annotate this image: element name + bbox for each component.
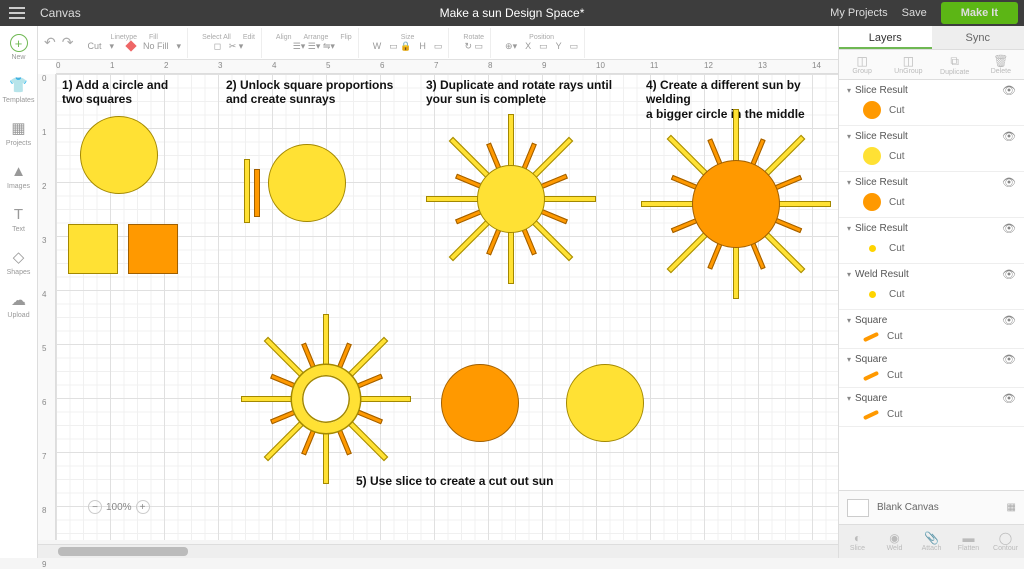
document-title: Make a sun Design Space*: [440, 6, 585, 20]
left-nav: +New 👕Templates ▦Projects ▲Images TText …: [0, 26, 38, 558]
duplicate-icon: ⧉: [950, 54, 959, 69]
layer-row[interactable]: ▾Square👁Cut: [839, 388, 1024, 427]
layer-row[interactable]: ▾Slice Result👁Cut: [839, 218, 1024, 264]
ruler-horizontal: 0123456789101112131415: [56, 60, 838, 74]
size-group[interactable]: Size W ▭ 🔒 H ▭: [367, 28, 450, 58]
zoom-in-icon[interactable]: +: [136, 500, 150, 514]
nav-new[interactable]: +New: [10, 34, 28, 61]
delete-icon: 🗑: [993, 54, 1008, 68]
layer-row[interactable]: ▾Weld Result👁Cut: [839, 264, 1024, 310]
weld-icon: ◉: [889, 531, 899, 545]
shape-sun-rays[interactable]: [416, 104, 606, 294]
nav-projects[interactable]: ▦Projects: [6, 118, 31, 147]
shape-ray-yellow[interactable]: [244, 159, 250, 223]
action-slice[interactable]: ◐Slice: [839, 525, 876, 558]
plus-icon: +: [10, 34, 28, 52]
nav-images[interactable]: ▲Images: [7, 161, 30, 190]
horizontal-scrollbar[interactable]: [38, 544, 838, 558]
flatten-icon: ▬: [963, 531, 975, 545]
canvas[interactable]: 1) Add a circle andtwo squares 2) Unlock…: [56, 74, 838, 540]
tab-layers[interactable]: Layers: [839, 26, 932, 49]
zoom-value: 100%: [106, 502, 132, 513]
nav-templates[interactable]: 👕Templates: [3, 75, 35, 104]
eye-icon[interactable]: 👁: [1002, 392, 1016, 405]
save-button[interactable]: Save: [902, 7, 927, 19]
select-edit-group[interactable]: Select AllEdit ◻ ✂ ▾: [196, 28, 262, 58]
shape-ray-orange[interactable]: [254, 169, 260, 217]
linetype-group[interactable]: LinetypeFill Cut ▾ No Fill ▾: [81, 28, 188, 58]
layer-row[interactable]: ▾Slice Result👁Cut: [839, 80, 1024, 126]
nav-shapes[interactable]: ◇Shapes: [7, 247, 31, 276]
undo-button[interactable]: ↶: [44, 34, 56, 51]
shape-circle-orange[interactable]: [441, 364, 519, 442]
menu-button[interactable]: [0, 0, 34, 26]
shape-circle-yellow[interactable]: [80, 116, 158, 194]
eye-icon[interactable]: 👁: [1002, 176, 1016, 189]
shape-circle-yellow-2[interactable]: [268, 144, 346, 222]
action-group[interactable]: ◫Group: [839, 50, 885, 79]
action-attach[interactable]: 📎Attach: [913, 525, 950, 558]
caption-2: 2) Unlock square proportionsand create s…: [226, 78, 393, 107]
toolbar: ↶ ↷ LinetypeFill Cut ▾ No Fill ▾ Select …: [38, 26, 838, 60]
app-title: Canvas: [40, 6, 81, 20]
text-icon: T: [9, 204, 29, 224]
position-group[interactable]: Position ⊕▾ X ▭ Y ▭: [499, 28, 585, 58]
grid-icon: ▦: [8, 118, 28, 138]
tab-sync[interactable]: Sync: [932, 26, 1024, 49]
image-icon: ▲: [9, 161, 29, 181]
shape-sun-welded[interactable]: [636, 104, 836, 304]
canvas-swatch: [847, 499, 869, 517]
nav-text[interactable]: TText: [9, 204, 29, 233]
zoom-control[interactable]: − 100% +: [88, 500, 150, 514]
shapes-icon: ◇: [9, 247, 29, 267]
eye-icon[interactable]: 👁: [1002, 353, 1016, 366]
action-flatten[interactable]: ▬Flatten: [950, 525, 987, 558]
upload-icon: ☁: [9, 290, 29, 310]
eye-icon[interactable]: 👁: [1002, 130, 1016, 143]
layer-row[interactable]: ▾Slice Result👁Cut: [839, 126, 1024, 172]
ruler-vertical: 0123456789: [38, 74, 56, 540]
shape-circle-yellow-3[interactable]: [566, 364, 644, 442]
align-group[interactable]: AlignArrangeFlip ☰▾ ☰▾ ⇋▾: [270, 28, 359, 58]
layer-row[interactable]: ▾Square👁Cut: [839, 310, 1024, 349]
mat-icon: ▦: [1007, 502, 1016, 513]
caption-3: 3) Duplicate and rotate rays untilyour s…: [426, 78, 612, 107]
shirt-icon: 👕: [9, 75, 29, 95]
eye-icon[interactable]: 👁: [1002, 222, 1016, 235]
attach-icon: 📎: [924, 531, 939, 545]
shape-square-orange[interactable]: [128, 224, 178, 274]
make-it-button[interactable]: Make It: [941, 2, 1018, 24]
eye-icon[interactable]: 👁: [1002, 314, 1016, 327]
blank-canvas-row[interactable]: Blank Canvas ▦: [839, 490, 1024, 524]
shape-sun-cutout[interactable]: [231, 304, 421, 494]
layers-panel: Layers Sync ◫Group ◫UnGroup ⧉Duplicate 🗑…: [838, 26, 1024, 558]
action-contour[interactable]: ◯Contour: [987, 525, 1024, 558]
action-duplicate[interactable]: ⧉Duplicate: [932, 50, 978, 79]
caption-1: 1) Add a circle andtwo squares: [62, 78, 168, 107]
layer-row[interactable]: ▾Square👁Cut: [839, 349, 1024, 388]
action-delete[interactable]: 🗑Delete: [978, 50, 1024, 79]
shape-square-yellow[interactable]: [68, 224, 118, 274]
eye-icon[interactable]: 👁: [1002, 84, 1016, 97]
action-ungroup[interactable]: ◫UnGroup: [885, 50, 931, 79]
layer-row[interactable]: ▾Slice Result👁Cut: [839, 172, 1024, 218]
zoom-out-icon[interactable]: −: [88, 500, 102, 514]
eye-icon[interactable]: 👁: [1002, 268, 1016, 281]
rotate-group[interactable]: Rotate ↻ ▭: [457, 28, 491, 58]
nav-upload[interactable]: ☁Upload: [7, 290, 29, 319]
group-icon: ◫: [856, 54, 867, 68]
contour-icon: ◯: [999, 531, 1012, 545]
slice-icon: ◐: [854, 531, 861, 545]
redo-button[interactable]: ↷: [62, 34, 74, 51]
action-weld[interactable]: ◉Weld: [876, 525, 913, 558]
ungroup-icon: ◫: [903, 54, 914, 68]
my-projects-link[interactable]: My Projects: [830, 7, 887, 19]
